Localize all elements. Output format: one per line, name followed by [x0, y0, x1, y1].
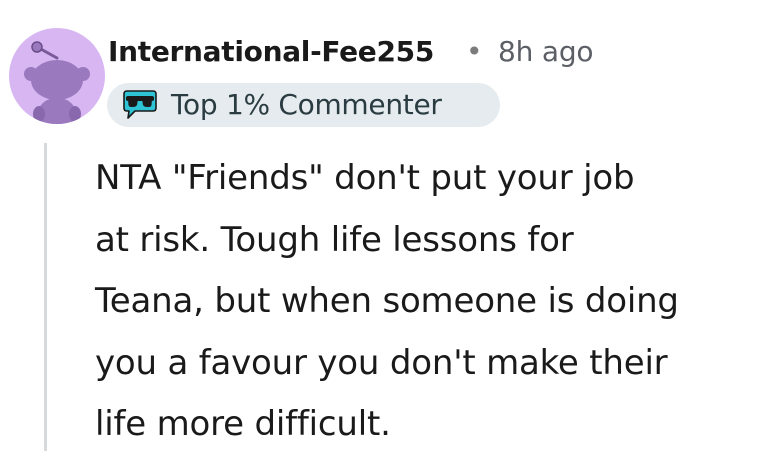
flair-label: Top 1% Commenter	[171, 88, 442, 121]
comment-body-line: you a favour you don't make their	[95, 342, 668, 383]
user-avatar[interactable]	[9, 28, 105, 124]
snoo-avatar-icon	[24, 41, 90, 124]
comment-body-line: Teana, but when someone is doing	[95, 281, 679, 321]
comment-body-line: NTA "Friends" don't put your job	[95, 158, 635, 198]
user-flair-badge[interactable]: Top 1% Commenter	[107, 83, 500, 127]
comment-body-line: at risk. Tough life lessons for	[95, 219, 574, 260]
comment-body-line: life more difficult.	[95, 404, 391, 444]
sunglasses-speech-bubble-icon	[123, 90, 157, 119]
author-username[interactable]: International-Fee255	[108, 32, 434, 72]
comment: International-Fee255 • 8h ago Top 1% Com…	[0, 0, 768, 451]
thread-collapse-line[interactable]	[44, 143, 47, 451]
comment-body: NTA "Friends" don't put your job at risk…	[95, 148, 755, 456]
meta-separator: •	[466, 35, 483, 68]
comment-timestamp[interactable]: 8h ago	[498, 32, 594, 72]
